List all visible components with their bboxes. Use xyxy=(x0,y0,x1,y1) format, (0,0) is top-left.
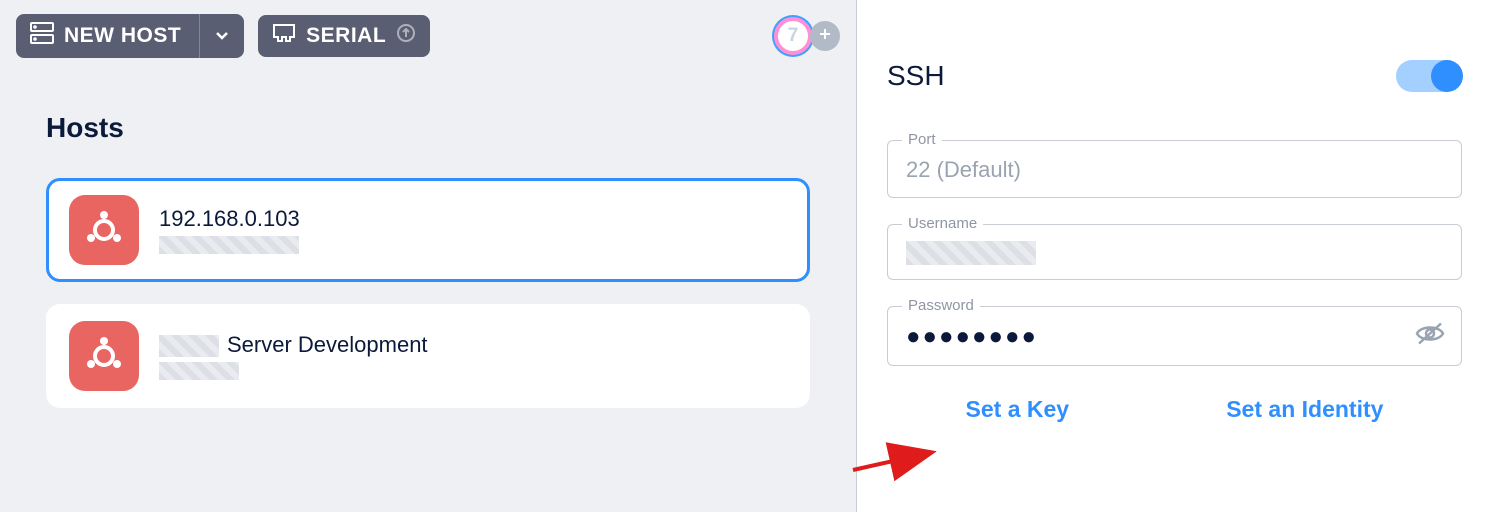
chevron-down-icon xyxy=(212,25,232,48)
notification-badge[interactable]: 7 xyxy=(774,17,812,55)
arrow-annotation xyxy=(851,425,961,485)
ubuntu-icon xyxy=(69,195,139,265)
ssh-title: SSH xyxy=(887,60,945,92)
host-subtitle-redacted xyxy=(159,236,299,254)
right-panel: SSH Port Username Password ●●●●●●●● Set … xyxy=(856,0,1492,512)
password-label: Password xyxy=(902,297,980,314)
toggle-knob xyxy=(1431,60,1463,92)
link-row: Set a Key Set an Identity xyxy=(887,396,1462,423)
set-key-button[interactable]: Set a Key xyxy=(966,396,1070,423)
username-field[interactable]: Username xyxy=(887,224,1462,280)
password-field[interactable]: Password ●●●●●●●● xyxy=(887,306,1462,366)
new-host-button[interactable]: NEW HOST xyxy=(16,14,199,58)
ethernet-icon xyxy=(272,23,296,49)
password-value: ●●●●●●●● xyxy=(906,323,1038,350)
new-host-dropdown-button[interactable] xyxy=(199,14,244,58)
ssh-toggle[interactable] xyxy=(1396,60,1462,92)
ubuntu-icon xyxy=(69,321,139,391)
plus-icon xyxy=(818,27,832,46)
badges: 7 xyxy=(774,17,840,55)
host-item[interactable]: 192.168.0.103 xyxy=(46,178,810,282)
host-name-prefix-redacted xyxy=(159,335,219,357)
left-panel: NEW HOST SERIAL xyxy=(0,0,856,512)
upload-icon xyxy=(396,23,416,49)
username-value-redacted xyxy=(906,241,1036,265)
host-item[interactable]: Server Development xyxy=(46,304,810,408)
set-identity-button[interactable]: Set an Identity xyxy=(1226,396,1383,423)
port-label: Port xyxy=(902,131,942,148)
ssh-header: SSH xyxy=(887,60,1462,92)
eye-off-icon[interactable] xyxy=(1415,322,1445,351)
host-info: Server Development xyxy=(159,332,428,380)
serial-button[interactable]: SERIAL xyxy=(258,15,430,57)
host-name: Server Development xyxy=(159,332,428,358)
serial-label: SERIAL xyxy=(306,24,386,48)
host-info: 192.168.0.103 xyxy=(159,206,300,254)
username-label: Username xyxy=(902,215,983,232)
hosts-title: Hosts xyxy=(46,112,810,144)
new-host-group: NEW HOST xyxy=(16,14,244,58)
server-icon xyxy=(30,22,54,50)
port-input[interactable] xyxy=(906,157,1443,183)
toolbar: NEW HOST SERIAL xyxy=(0,0,856,72)
new-host-label: NEW HOST xyxy=(64,24,181,48)
hosts-section: Hosts 192.168.0.103 xyxy=(0,72,856,430)
host-subtitle-redacted xyxy=(159,362,239,380)
port-field[interactable]: Port xyxy=(887,140,1462,198)
host-name: 192.168.0.103 xyxy=(159,206,300,232)
badge-count: 7 xyxy=(788,25,799,47)
add-badge-button[interactable] xyxy=(810,21,840,51)
